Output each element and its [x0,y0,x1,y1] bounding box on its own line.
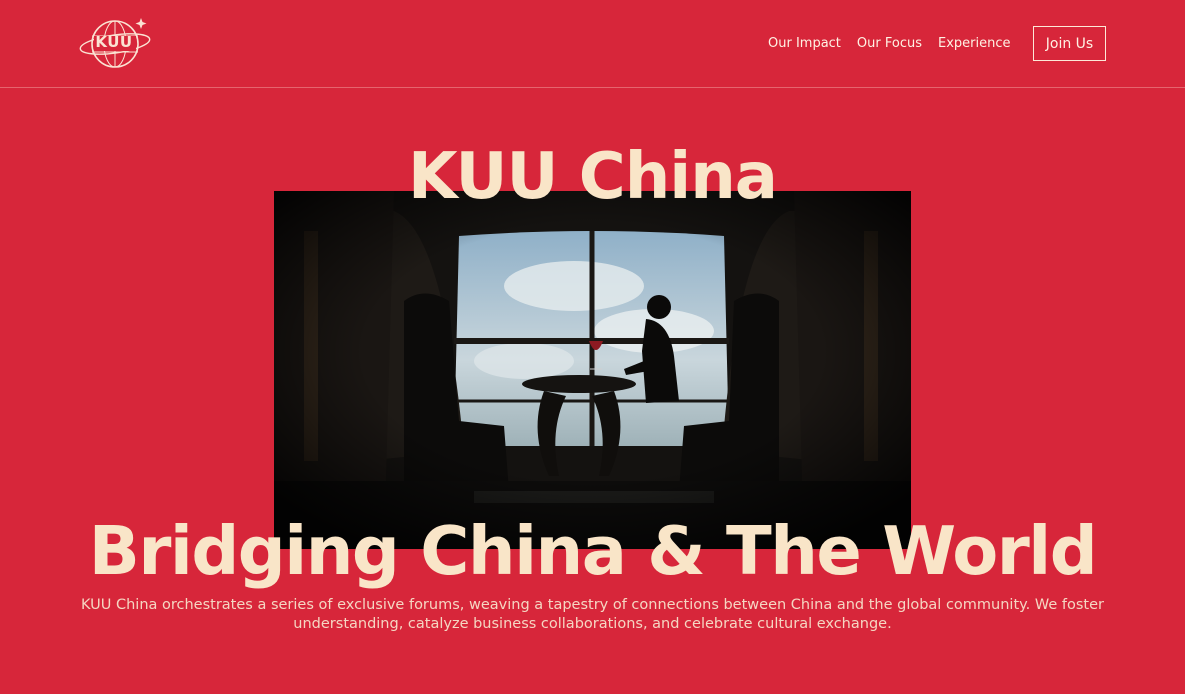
logo[interactable]: KUU [78,16,154,72]
join-us-button[interactable]: Join Us [1033,26,1106,61]
hero-video-frame [274,191,911,549]
hero-video[interactable] [274,191,911,549]
hero-title: KUU China [408,140,778,214]
nav-experience[interactable]: Experience [938,36,1011,51]
nav-our-focus[interactable]: Our Focus [857,36,922,51]
logo-text: KUU [95,33,133,51]
hero-description: KUU China orchestrates a series of exclu… [81,597,1104,632]
hero-headline: Bridging China & The World [88,512,1098,590]
main-nav: Our Impact Our Focus Experience [768,36,1011,51]
site-header: KUU Our Impact Our Focus Experience Join… [0,0,1185,88]
nav-our-impact[interactable]: Our Impact [768,36,841,51]
